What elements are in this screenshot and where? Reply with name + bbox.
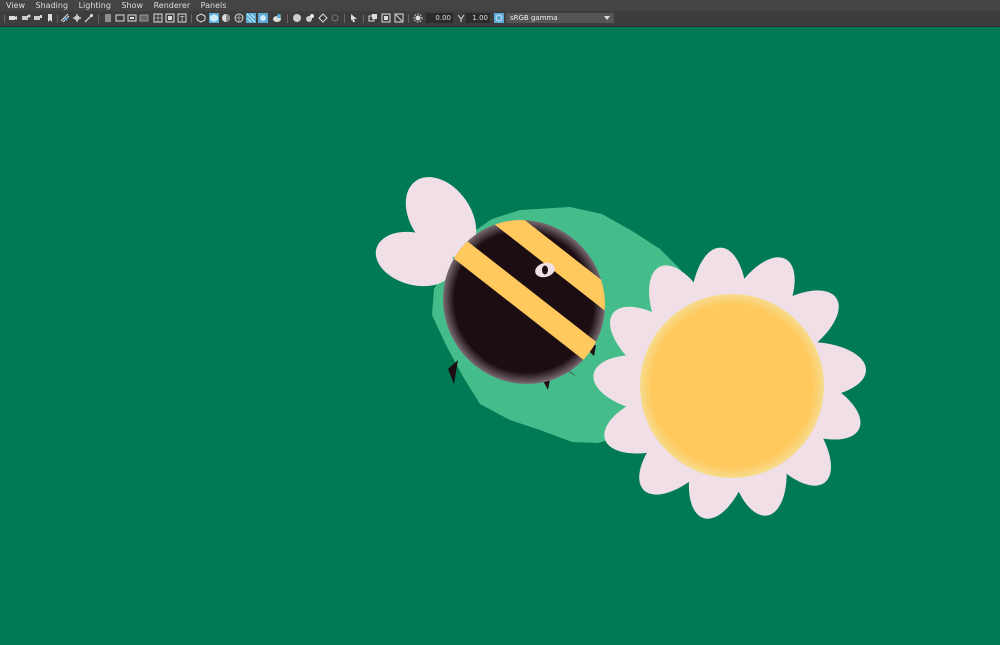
color-management-dropdown[interactable]: sRGB gamma	[506, 13, 614, 23]
gamma-icon[interactable]	[456, 13, 466, 23]
flower-center	[640, 294, 824, 478]
use-all-lights-icon[interactable]	[209, 13, 219, 23]
toolbar-separator	[287, 14, 288, 23]
copy-icon[interactable]	[368, 13, 378, 23]
toolbar-separator	[191, 14, 192, 23]
gamma-field[interactable]: 1.00	[466, 13, 490, 23]
exposure-icon[interactable]	[413, 13, 423, 23]
toolbar-separator	[98, 14, 99, 23]
menu-show[interactable]: Show	[121, 0, 143, 11]
bee-pupil	[542, 265, 548, 275]
menu-shading[interactable]: Shading	[36, 0, 69, 11]
film-gate-icon[interactable]	[72, 13, 82, 23]
safe-action-icon[interactable]	[127, 13, 137, 23]
toolbar-separator	[363, 14, 364, 23]
toolbar-separator	[4, 14, 5, 23]
color-management-icon[interactable]	[494, 13, 504, 23]
color-management-value: sRGB gamma	[510, 14, 558, 22]
resolution-gate-icon[interactable]	[84, 13, 94, 23]
xray-joints-icon[interactable]	[305, 13, 315, 23]
image-plane-icon[interactable]	[45, 13, 55, 23]
panel-menu-bar: View Shading Lighting Show Renderer Pane…	[0, 0, 1000, 11]
camera-attr-icon[interactable]	[21, 13, 31, 23]
bee-leg	[448, 360, 458, 384]
toolbar-separator	[57, 14, 58, 23]
exposure-field[interactable]: 0.00	[426, 13, 453, 23]
safe-title-icon[interactable]	[139, 13, 149, 23]
isolate-select-icon[interactable]	[272, 13, 282, 23]
menu-renderer[interactable]: Renderer	[154, 0, 191, 11]
textured-icon[interactable]	[196, 13, 206, 23]
select-icon[interactable]	[349, 13, 359, 23]
svg-text:T: T	[179, 15, 185, 23]
backface-cull-icon[interactable]	[318, 13, 328, 23]
menu-lighting[interactable]: Lighting	[79, 0, 111, 11]
screen-space-ao-icon[interactable]	[234, 13, 244, 23]
menu-view[interactable]: View	[6, 0, 25, 11]
snapshot-icon[interactable]	[394, 13, 404, 23]
toolbar-separator	[408, 14, 409, 23]
field-chart-icon[interactable]	[115, 13, 125, 23]
menu-panels[interactable]: Panels	[201, 0, 227, 11]
wireframe-icon[interactable]	[153, 13, 163, 23]
viewport-canvas[interactable]	[0, 27, 1000, 645]
layout-icon[interactable]	[381, 13, 391, 23]
grid-icon[interactable]	[60, 13, 70, 23]
motion-blur-icon[interactable]	[246, 13, 256, 23]
shadows-icon[interactable]	[221, 13, 231, 23]
smooth-shade-icon[interactable]	[165, 13, 175, 23]
wireframe-on-shaded-icon[interactable]: T	[177, 13, 187, 23]
toolbar-separator	[344, 14, 345, 23]
multisample-aa-icon[interactable]	[258, 13, 268, 23]
gate-mask-icon[interactable]	[103, 13, 113, 23]
wire-icon[interactable]	[330, 13, 340, 23]
bookmark-icon[interactable]	[33, 13, 43, 23]
xray-icon[interactable]	[292, 13, 302, 23]
scene	[375, 177, 866, 519]
chevron-down-icon	[604, 16, 610, 20]
camera-icon[interactable]	[8, 13, 18, 23]
panel-toolbar: T 0.00 1.00 sRGB gamma	[0, 11, 1000, 27]
